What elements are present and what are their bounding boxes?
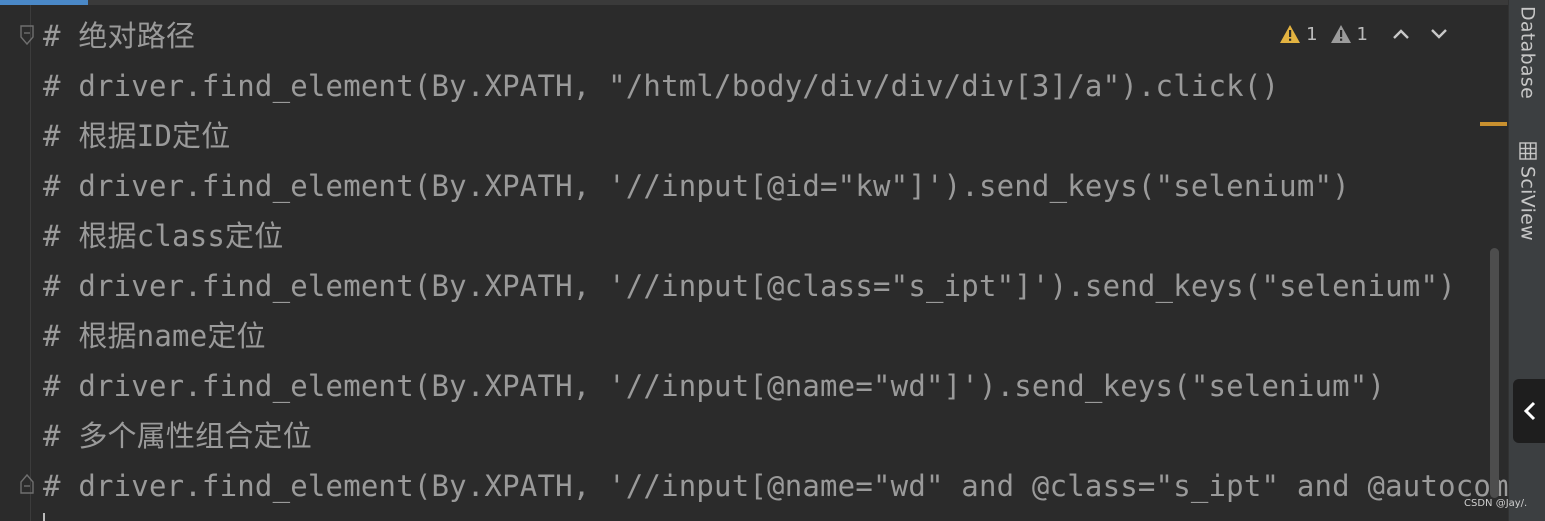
code-line[interactable]: # driver.find_element(By.XPATH, "/html/b… [43, 61, 1279, 111]
code-line[interactable]: # 根据class定位 [43, 211, 283, 261]
code-line[interactable]: # driver.find_element(By.XPATH, '//input… [43, 261, 1456, 311]
text-caret [43, 513, 45, 521]
code-line[interactable]: # driver.find_element(By.XPATH, '//input… [43, 161, 1350, 211]
warning-triangle-icon [1280, 25, 1301, 43]
chevron-up-icon [1393, 29, 1409, 39]
collapse-panel-button[interactable] [1513, 379, 1545, 443]
tool-tab-label: Database [1516, 6, 1539, 100]
tool-tab-database[interactable]: Database [1509, 6, 1545, 99]
vertical-scrollbar-thumb[interactable] [1490, 248, 1499, 498]
inspection-widget: 1 1 [1279, 21, 1450, 47]
next-highlight-button[interactable] [1428, 23, 1450, 45]
warnings-indicator[interactable]: 1 [1279, 23, 1318, 45]
weak-warnings-count: 1 [1356, 23, 1368, 45]
ide-window: # 绝对路径 # driver.find_element(By.XPATH, "… [0, 0, 1545, 521]
code-editor[interactable]: # 绝对路径 # driver.find_element(By.XPATH, "… [0, 5, 1508, 521]
code-line[interactable]: # 多个属性组合定位 [43, 411, 312, 461]
gutter-divider [30, 5, 31, 521]
watermark-text: CSDN @Jay/. [1464, 498, 1528, 509]
code-line[interactable]: # 绝对路径 [43, 11, 195, 61]
warnings-count: 1 [1306, 23, 1318, 45]
right-tool-window-bar: Database SciView [1508, 0, 1545, 521]
fold-marker-icon[interactable] [19, 25, 35, 47]
code-line[interactable]: # 根据ID定位 [43, 111, 230, 161]
chevron-left-icon [1523, 401, 1536, 421]
weak-warning-triangle-icon [1330, 25, 1351, 43]
code-line[interactable]: # driver.find_element(By.XPATH, '//input… [43, 461, 1508, 511]
weak-warnings-indicator[interactable]: 1 [1330, 24, 1368, 45]
code-line[interactable]: # 根据name定位 [43, 311, 266, 361]
fold-end-marker-icon[interactable] [19, 472, 35, 494]
previous-highlight-button[interactable] [1390, 23, 1412, 45]
sciview-grid-icon [1518, 142, 1537, 160]
tool-tab-sciview[interactable]: SciView [1509, 142, 1545, 241]
scrollbar-warning-mark[interactable] [1480, 122, 1507, 126]
tool-tab-label: SciView [1516, 166, 1539, 241]
code-line[interactable]: # driver.find_element(By.XPATH, '//input… [43, 361, 1385, 411]
chevron-down-icon [1431, 29, 1447, 39]
